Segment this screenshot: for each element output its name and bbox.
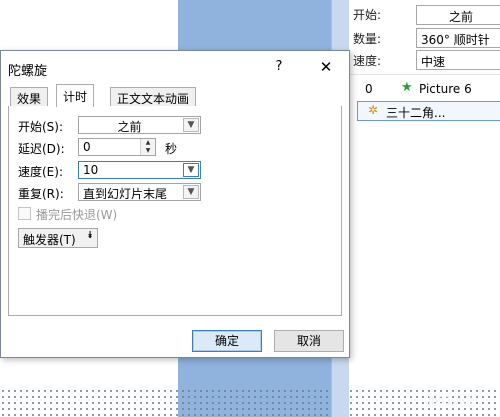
pane-separator [349, 74, 500, 75]
watermark: jb51.net [428, 394, 474, 407]
cancel-button[interactable]: 取消 [274, 330, 344, 352]
pane-item-star-name: 三十二角... [386, 106, 446, 120]
dialog-titlebar[interactable]: 陀螺旋 ? ✕ [1, 51, 349, 83]
pane-start-field[interactable]: 之前 [416, 5, 500, 25]
pane-count-field[interactable]: 360° 顺时针 [416, 28, 500, 48]
chevron-down-icon[interactable]: ▼ [183, 185, 199, 199]
pane-item-picture[interactable]: Picture 6 [419, 82, 472, 96]
pane-item-index: 0 [365, 82, 373, 96]
rewind-checkbox[interactable] [18, 207, 31, 220]
delay-label: 延迟(D): [18, 142, 65, 156]
ok-button[interactable]: 确定 [192, 330, 262, 352]
delay-stepper[interactable]: 0 ▲ ▼ [78, 138, 156, 156]
start-label: 开始(S): [18, 120, 64, 134]
dialog-title: 陀螺旋 [8, 64, 48, 79]
tab-effect[interactable]: 效果 [10, 87, 49, 107]
animation-pane: 开始: 之前 数量: 360° 顺时针 速度: 中速 0 ★ Picture 6… [349, 0, 500, 388]
speed-label: 速度(E): [18, 165, 63, 179]
pane-speed-field[interactable]: 中速 [416, 50, 500, 70]
pane-count-label: 数量: [353, 32, 382, 46]
pane-start-label: 开始: [353, 8, 382, 22]
rewind-label: 播完后快退(W) [36, 208, 118, 222]
delay-unit: 秒 [165, 142, 178, 156]
start-select-value: 之前 [117, 120, 142, 134]
speed-value[interactable]: 10 [79, 163, 180, 177]
double-chevron-icon: ⯯ [87, 230, 93, 241]
spin-up-icon[interactable]: ▲ [140, 139, 155, 147]
start-select[interactable]: 之前 ▼ [78, 116, 201, 134]
tab-text-animation[interactable]: 正文文本动画 [110, 87, 197, 107]
repeat-select[interactable]: 直到幻灯片末尾 ▼ [78, 183, 201, 201]
chevron-down-icon[interactable]: ▼ [183, 118, 199, 132]
tab-timing[interactable]: 计时 [56, 84, 95, 107]
help-button[interactable]: ? [267, 56, 291, 78]
pane-speed-label: 速度: [353, 54, 382, 68]
speed-combo[interactable]: 10 ▼ [78, 161, 201, 179]
slide-dotted-background [0, 388, 500, 417]
spin-effect-dialog: 陀螺旋 ? ✕ 效果 计时 正文文本动画 开始(S): 之前 ▼ 延迟(D): … [0, 50, 350, 358]
close-button[interactable]: ✕ [311, 56, 341, 78]
spin-down-icon[interactable]: ▼ [140, 147, 155, 155]
chevron-down-icon[interactable]: ▼ [183, 163, 199, 177]
star-icon: ★ [401, 80, 413, 95]
spin-effect-icon: ✲ [368, 103, 379, 117]
delay-value: 0 [83, 140, 91, 154]
pane-item-selected[interactable]: ✲ 三十二角... [357, 101, 500, 121]
triggers-button[interactable]: 触发器(T) ⯯ [18, 228, 98, 248]
triggers-label: 触发器(T) [23, 233, 76, 247]
repeat-label: 重复(R): [18, 187, 64, 201]
repeat-value: 直到幻灯片末尾 [83, 187, 168, 201]
